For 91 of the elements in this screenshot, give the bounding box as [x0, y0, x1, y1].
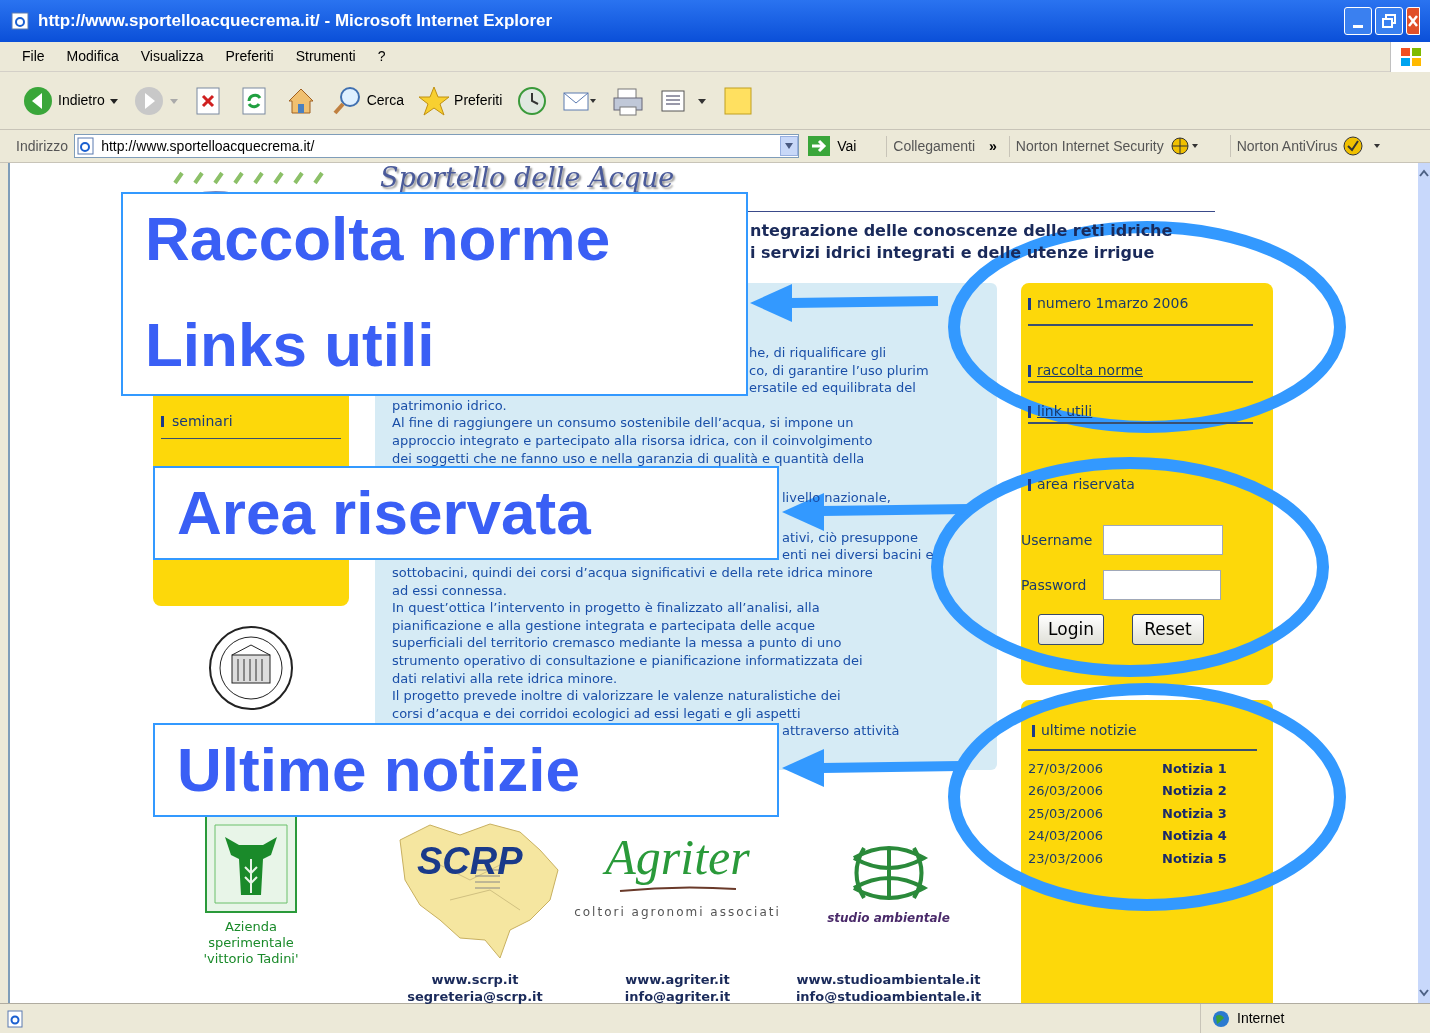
body-text: attraverso attività: [782, 723, 900, 739]
partner-link[interactable]: www.studioambientale.it: [796, 971, 981, 988]
dropdown-button[interactable]: [780, 136, 799, 156]
address-field[interactable]: http://www.sportelloacquecrema.it/: [74, 134, 800, 158]
norton-antivirus-button[interactable]: Norton AntiVirus: [1229, 135, 1382, 157]
news-date: 23/03/2006: [1028, 849, 1104, 868]
news-link[interactable]: Notizia 4: [1162, 826, 1227, 846]
section-heading: area riservata: [1028, 474, 1253, 495]
close-icon: [1408, 14, 1418, 28]
body-text: ad essi connessa.: [392, 582, 507, 598]
news-date: 27/03/2006: [1028, 759, 1104, 778]
news-date: 26/03/2006: [1028, 782, 1104, 800]
menu-link[interactable]: raccolta norme: [1028, 360, 1253, 383]
body-text: corsi d’acqua e dei corridoi ecologici ad essi legati e gli aspetti: [392, 705, 801, 721]
body-text: superficiali del territorio cremasco mediante la messa a punto di uno: [392, 635, 842, 651]
news-link[interactable]: Notizia 1: [1162, 758, 1227, 778]
favorites-button[interactable]: Preferiti: [418, 80, 503, 121]
callout-text: Links utili: [145, 310, 436, 380]
logo-tagline: coltori agronomi associati: [574, 904, 781, 921]
logo-caption: Azienda: [225, 919, 277, 935]
body-text: Il progetto prevede inoltre di valorizzare le valenze naturalistiche dei: [392, 688, 841, 704]
scrollbar[interactable]: [1418, 163, 1430, 1003]
close-button[interactable]: [1406, 7, 1420, 35]
site-title: Sportello delle Acque: [380, 164, 676, 192]
body-text: patrimonio idrico.: [392, 397, 507, 413]
login-button[interactable]: Login: [1038, 614, 1104, 645]
menu-item[interactable]: Strumenti: [295, 46, 356, 67]
caret-icon: [784, 142, 795, 150]
minimize-button[interactable]: [1344, 7, 1372, 35]
address-label: Indirizzo: [16, 136, 69, 156]
body-text: dei soggetti che ne fanno uso e nella garanzia di qualità e quantità della: [392, 450, 865, 466]
username-field[interactable]: [1103, 525, 1223, 555]
partner-link[interactable]: www.scrp.it: [431, 971, 519, 988]
callout-text: Area riservata: [177, 478, 592, 548]
body-text: pianificazione e alla gestione integrata e partecipata delle acque: [392, 617, 816, 633]
note-icon: [722, 84, 755, 117]
windows-flag-icon: [1399, 47, 1422, 67]
zone-text: Internet: [1237, 1009, 1285, 1028]
body-text: sottobacini, quindi dei corsi d’acqua significativi e della rete idrica minore: [392, 564, 873, 580]
logo-text: SCRP: [417, 839, 523, 884]
logo-tagline: studio ambientale: [827, 910, 950, 927]
body-text: he, di riqualificare gli: [749, 345, 887, 360]
body-text: ersatile ed equilibrata del: [749, 380, 916, 396]
menu-link[interactable]: numero 1marzo 2006: [1028, 293, 1253, 326]
news-link[interactable]: Notizia 2: [1162, 781, 1227, 801]
logo-caption: 'vittorio Tadini': [203, 951, 299, 967]
callout-text: Raccolta norme: [145, 204, 612, 274]
partner-link[interactable]: info@studioambientale.it: [795, 988, 982, 1005]
body-text: ativi, ciò presuppone: [782, 529, 919, 545]
logo-caption: sperimentale: [208, 935, 294, 951]
menu-item[interactable]: Preferiti: [225, 46, 274, 67]
news-link[interactable]: Notizia 5: [1162, 848, 1227, 868]
body-text: approccio integrato e partecipato alla risorsa idrica, con il coinvolgimento: [392, 432, 873, 448]
ie-page-icon: [10, 11, 30, 31]
links-label[interactable]: Collegamenti: [886, 135, 976, 157]
menu-link[interactable]: seminari: [161, 411, 341, 439]
news-link[interactable]: Notizia 3: [1162, 803, 1227, 823]
restore-icon: [1381, 13, 1397, 29]
menu-item[interactable]: Visualizza: [140, 46, 204, 67]
go-button[interactable]: Vai: [807, 135, 857, 157]
norton-internet-security-button[interactable]: Norton Internet Security: [1008, 135, 1200, 157]
body-text: In quest’ottica l’intervento in progetto è finalizzato all’analisi, alla: [392, 600, 820, 616]
globe-icon: [1211, 1008, 1231, 1029]
partner-link[interactable]: info@agriter.it: [624, 988, 731, 1005]
restore-button[interactable]: [1375, 7, 1403, 35]
menu-item[interactable]: ?: [377, 46, 386, 67]
menu-item[interactable]: File: [22, 46, 45, 67]
shield-icon: [1341, 135, 1382, 157]
callout-text: Ultime notizie: [177, 735, 582, 805]
menu-item[interactable]: Modifica: [66, 46, 119, 67]
body-text: dati relativi alla rete idrica minore.: [392, 670, 618, 686]
partner-link[interactable]: www.agriter.it: [625, 971, 730, 988]
body-text: strumento operativo di consultazione e pianificazione informatizzata dei: [392, 652, 863, 668]
window-title: http://www.sportelloacquecrema.it/ - Microsoft Internet Explorer: [38, 10, 553, 33]
search-button[interactable]: Cerca: [330, 80, 405, 121]
body-text: Al fine di raggiungere un consumo sostenibile dell’acqua, si impone un: [392, 415, 854, 431]
news-date: 25/03/2006: [1028, 804, 1104, 823]
body-text: enti nei diversi bacini e: [782, 547, 934, 563]
news-date: 24/03/2006: [1028, 827, 1104, 845]
chevron-icon[interactable]: »: [989, 135, 997, 157]
menu-link[interactable]: link utili: [1028, 401, 1253, 424]
username-label: Username: [1021, 530, 1094, 550]
body-text: co, di garantire l’uso plurim: [749, 362, 929, 378]
partner-link[interactable]: segreteria@scrp.it: [407, 988, 543, 1005]
password-label: Password: [1021, 575, 1088, 595]
section-heading: ultime notizie: [1028, 720, 1257, 751]
reset-button[interactable]: Reset: [1132, 614, 1204, 645]
star-icon: [418, 84, 451, 117]
password-field[interactable]: [1103, 570, 1221, 600]
history-icon: [516, 84, 549, 117]
back-button[interactable]: Indietro: [22, 80, 119, 121]
